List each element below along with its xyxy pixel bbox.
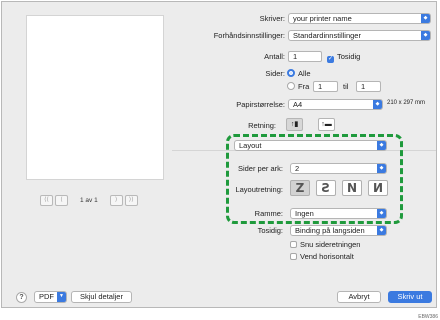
radio-unselected-icon: [287, 82, 295, 90]
print-button[interactable]: Skriv ut: [388, 291, 432, 303]
help-button[interactable]: ?: [16, 292, 27, 303]
checkbox-icon: [290, 241, 297, 248]
pages-all-label: Alle: [298, 69, 311, 78]
chevron-updown-icon: ◆: [421, 31, 430, 40]
presets-label: Forhåndsinnstillinger:: [213, 31, 285, 40]
presets-select[interactable]: Standardinnstillinger ◆: [288, 30, 431, 41]
pages-label: Sider:: [265, 69, 285, 78]
chevron-updown-icon: ◆: [377, 226, 386, 235]
radio-selected-icon: [287, 69, 295, 77]
printer-value: your printer name: [293, 14, 352, 23]
copies-input[interactable]: 1: [288, 51, 322, 62]
flip-horizontal-checkbox[interactable]: Vend horisontalt: [290, 252, 354, 261]
preview-pager: ⟨⟨ ⟨ 1 av 1 ⟩ ⟩⟩: [40, 195, 138, 206]
paper-dimensions: 210 x 297 mm: [387, 100, 426, 106]
reverse-orientation-label: Snu sideretningen: [300, 240, 361, 249]
first-page-button[interactable]: ⟨⟨: [40, 195, 53, 206]
chevron-updown-icon: ◆: [373, 100, 382, 109]
pdf-menu-button[interactable]: PDF ▼: [34, 291, 67, 303]
checkmark-icon: ✓: [327, 56, 334, 63]
cancel-button[interactable]: Avbryt: [337, 291, 381, 303]
presets-value: Standardinnstillinger: [293, 31, 361, 40]
duplex-checkbox[interactable]: ✓ Tosidig: [327, 52, 360, 63]
landscape-orientation-icon[interactable]: ↑▬: [318, 118, 335, 131]
reverse-orientation-checkbox[interactable]: Snu sideretningen: [290, 240, 360, 249]
orientation-label: Retning:: [248, 121, 276, 130]
pages-from-input[interactable]: 1: [313, 81, 338, 92]
printer-select[interactable]: your printer name ◆: [288, 13, 431, 24]
next-page-button[interactable]: ⟩: [109, 195, 123, 206]
figure-code: EBW386: [418, 314, 438, 320]
copies-label: Antall:: [264, 52, 285, 61]
print-dialog: ⟨⟨ ⟨ 1 av 1 ⟩ ⟩⟩ Skriver: your printer n…: [1, 1, 437, 308]
flip-horizontal-label: Vend horisontalt: [300, 252, 354, 261]
pages-from-label: Fra: [298, 82, 310, 91]
duplex-label: Tosidig: [337, 52, 361, 61]
pages-to-label: til: [343, 82, 349, 91]
layout-highlight-box: [226, 134, 403, 224]
two-sided-select[interactable]: Binding på langsiden ◆: [290, 225, 387, 236]
printer-label: Skriver:: [259, 14, 285, 23]
chevron-updown-icon: ◆: [421, 14, 430, 23]
pages-range-radio[interactable]: Fra: [287, 82, 309, 91]
paper-size-select[interactable]: A4 ◆: [288, 99, 383, 110]
page-indicator: 1 av 1: [80, 197, 98, 204]
paper-size-label: Papirstørrelse:: [236, 100, 285, 109]
chevron-down-icon: ▼: [57, 292, 66, 302]
hide-details-button[interactable]: Skjul detaljer: [71, 291, 132, 303]
two-sided-label: Tosidig:: [257, 226, 283, 235]
last-page-button[interactable]: ⟩⟩: [124, 195, 138, 206]
pages-to-input[interactable]: 1: [356, 81, 381, 92]
pages-all-radio[interactable]: Alle: [287, 69, 311, 78]
prev-page-button[interactable]: ⟨: [55, 195, 68, 206]
portrait-orientation-icon[interactable]: ↑▮: [286, 118, 303, 131]
two-sided-value: Binding på langsiden: [295, 226, 365, 235]
paper-size-value: A4: [293, 100, 303, 109]
pdf-label: PDF: [39, 292, 54, 301]
checkbox-icon: [290, 253, 297, 260]
page-preview: [26, 15, 164, 180]
